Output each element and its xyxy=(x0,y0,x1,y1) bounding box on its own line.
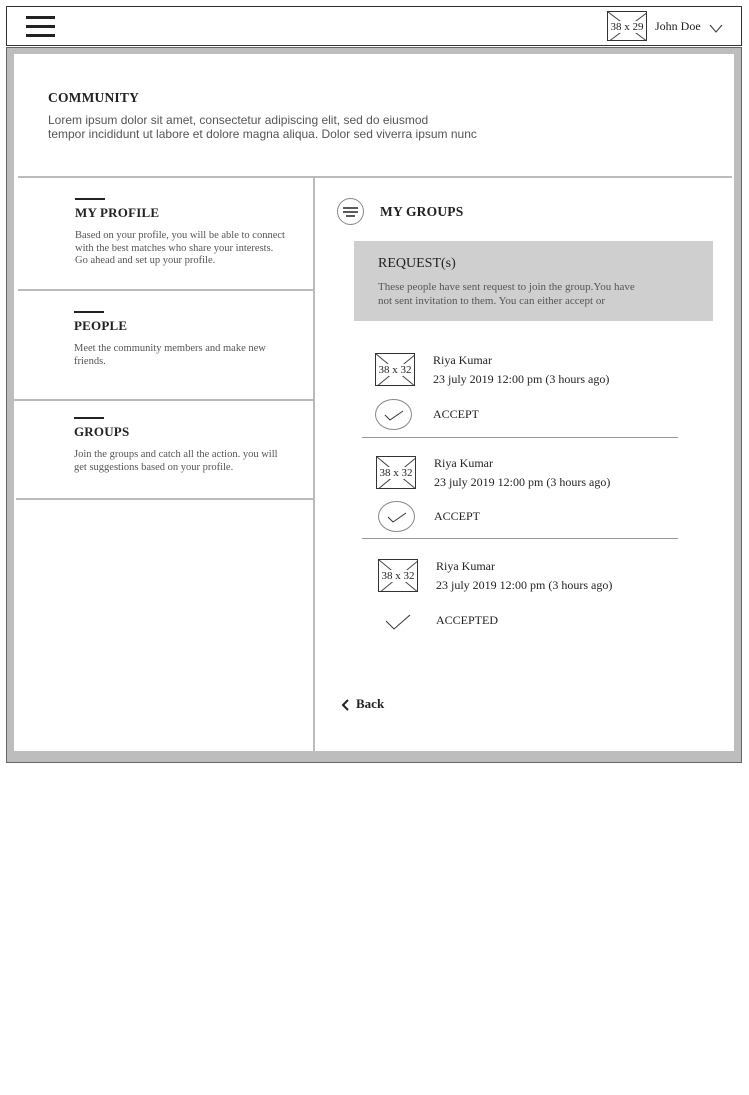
description-line: get suggestions based on your profile. xyxy=(74,461,234,473)
sidebar-bottom-divider xyxy=(16,498,314,500)
community-description-line: tempor incididunt ut labore et dolore ma… xyxy=(48,126,477,141)
list-divider xyxy=(362,437,678,438)
description-line: not sent invitation to them. You can eit… xyxy=(378,294,605,307)
user-name[interactable]: John Doe xyxy=(655,19,701,34)
sidebar-item-divider xyxy=(18,289,314,291)
sidebar-item-description: Based on your profile, you will be able … xyxy=(75,230,285,268)
sidebar-item-groups[interactable]: GROUPS Join the groups and catch all the… xyxy=(18,402,312,497)
header-divider xyxy=(18,176,732,178)
description-line: Go ahead and set up your profile. xyxy=(75,255,216,266)
description-line: with the best matches who share your int… xyxy=(75,242,274,254)
hamburger-menu-icon[interactable] xyxy=(26,16,55,37)
description-line: Based on your profile, you will be able … xyxy=(75,230,285,241)
avatar-placeholder-label: 38 x 32 xyxy=(377,467,415,479)
sidebar-item-my-profile[interactable]: MY PROFILE Based on your profile, you wi… xyxy=(18,180,312,288)
sidebar-item-divider xyxy=(14,399,314,401)
sidebar-item-description: Join the groups and catch all the action… xyxy=(74,449,278,474)
requester-avatar: 38 x 32 xyxy=(376,456,416,489)
accept-button[interactable]: ACCEPT xyxy=(434,509,480,524)
check-icon xyxy=(382,611,414,635)
accent-bar xyxy=(75,198,105,200)
description-line: Meet the community members and make new xyxy=(74,343,266,354)
list-divider xyxy=(362,538,678,539)
accepted-status: ACCEPTED xyxy=(436,613,499,627)
description-line: These people have sent request to join t… xyxy=(378,281,635,293)
requester-name: Riya Kumar xyxy=(433,353,492,367)
requester-name: Riya Kumar xyxy=(434,456,493,470)
sidebar-item-description: Meet the community members and make new … xyxy=(74,343,266,368)
accent-bar xyxy=(74,311,104,313)
description-line: Join the groups and catch all the action… xyxy=(74,449,278,460)
back-button[interactable]: Back xyxy=(338,696,398,714)
sidebar-vertical-divider xyxy=(313,178,315,752)
user-avatar[interactable]: 38 x 29 xyxy=(607,11,647,41)
check-icon[interactable] xyxy=(375,399,412,430)
list-item: 38 x 32 Riya Kumar 23 july 2019 12:00 pm… xyxy=(360,345,680,438)
back-label: Back xyxy=(356,696,385,711)
community-description-line: Lorem ipsum dolor sit amet, consectetur … xyxy=(48,113,429,127)
sidebar-item-people[interactable]: PEOPLE Meet the community members and ma… xyxy=(18,292,312,398)
check-icon[interactable] xyxy=(378,501,415,532)
sidebar-item-title: MY PROFILE xyxy=(75,205,160,220)
accent-bar xyxy=(74,417,104,419)
community-title: COMMUNITY xyxy=(48,90,140,105)
list-item: 38 x 32 Riya Kumar 23 july 2019 12:00 pm… xyxy=(360,551,680,641)
request-date: 23 july 2019 12:00 pm (3 hours ago) xyxy=(434,475,611,489)
request-date: 23 july 2019 12:00 pm (3 hours ago) xyxy=(436,578,613,592)
description-line: friends. xyxy=(74,355,106,367)
requester-name: Riya Kumar xyxy=(436,559,495,573)
avatar-placeholder-label: 38 x 29 xyxy=(608,21,646,33)
requests-info-box: REQUEST(s) These people have sent reques… xyxy=(354,241,713,321)
list-item: 38 x 32 Riya Kumar 23 july 2019 12:00 pm… xyxy=(360,448,680,538)
community-description: Lorem ipsum dolor sit amet, consectetur … xyxy=(48,113,477,141)
avatar-placeholder-label: 38 x 32 xyxy=(379,570,417,582)
chevron-left-icon xyxy=(341,699,349,711)
requests-description: These people have sent request to join t… xyxy=(378,281,635,308)
requests-title: REQUEST(s) xyxy=(378,256,456,271)
requester-avatar: 38 x 32 xyxy=(378,559,418,592)
sidebar-item-title: GROUPS xyxy=(74,424,130,439)
menu-lines-icon[interactable] xyxy=(337,198,364,225)
avatar-placeholder-label: 38 x 32 xyxy=(376,364,414,376)
requester-avatar: 38 x 32 xyxy=(375,353,415,386)
sidebar-item-title: PEOPLE xyxy=(74,318,128,333)
main-title: MY GROUPS xyxy=(380,204,464,219)
accept-button[interactable]: ACCEPT xyxy=(433,407,479,422)
chevron-down-icon[interactable] xyxy=(709,20,723,33)
request-date: 23 july 2019 12:00 pm (3 hours ago) xyxy=(433,372,610,386)
